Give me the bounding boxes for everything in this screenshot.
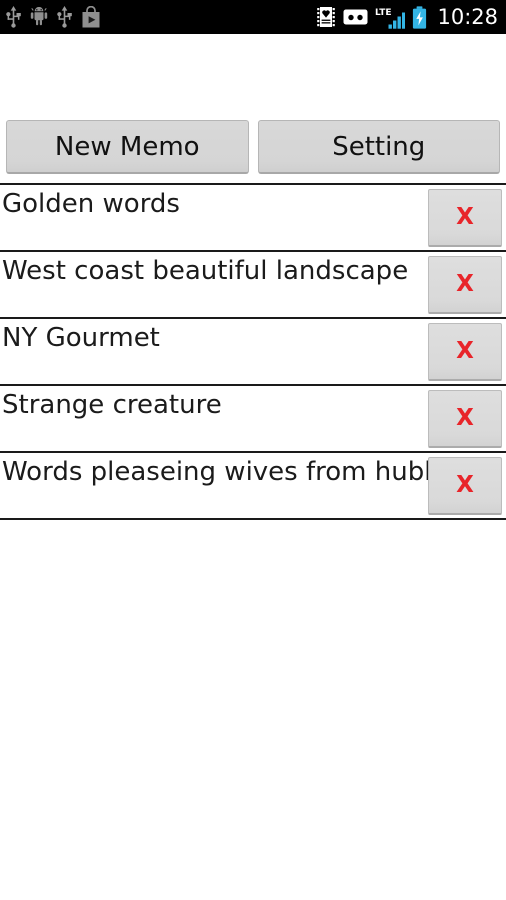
status-bar: LTE 10:28: [0, 0, 506, 34]
android-debug-icon: [30, 6, 48, 27]
list-item[interactable]: Strange creature X: [0, 386, 506, 453]
play-store-icon: [81, 5, 101, 28]
battery-charging-icon: [412, 5, 427, 29]
memo-title: Strange creature: [2, 390, 222, 420]
app-content: New Memo Setting Golden words X West coa…: [0, 34, 506, 900]
delete-memo-button[interactable]: X: [428, 323, 502, 381]
list-item[interactable]: Words pleaseing wives from hubby X: [0, 453, 506, 520]
memo-list: Golden words X West coast beautiful land…: [0, 183, 506, 520]
setting-button[interactable]: Setting: [257, 120, 500, 174]
lte-signal-icon: LTE: [375, 6, 406, 29]
usb-icon: [6, 6, 21, 28]
list-item[interactable]: NY Gourmet X: [0, 319, 506, 386]
new-memo-button[interactable]: New Memo: [6, 120, 249, 174]
list-item[interactable]: West coast beautiful landscape X: [0, 252, 506, 319]
delete-x-icon: X: [456, 204, 474, 230]
memo-title: Golden words: [2, 189, 180, 219]
photo-frame-notification-icon: [316, 6, 336, 28]
cassette-notification-icon: [343, 8, 368, 26]
list-item[interactable]: Golden words X: [0, 185, 506, 252]
delete-memo-button[interactable]: X: [428, 457, 502, 515]
memo-title: West coast beautiful landscape: [2, 256, 409, 286]
toolbar: New Memo Setting: [0, 120, 506, 174]
status-bar-system-icons: LTE 10:28: [316, 5, 498, 30]
delete-memo-button[interactable]: X: [428, 189, 502, 247]
delete-x-icon: X: [456, 405, 474, 431]
delete-memo-button[interactable]: X: [428, 256, 502, 314]
status-bar-notification-icons: [6, 5, 101, 28]
delete-x-icon: X: [456, 271, 474, 297]
usb-icon: [57, 6, 72, 28]
status-bar-clock: 10:28: [437, 4, 498, 29]
delete-x-icon: X: [456, 472, 474, 498]
memo-title: NY Gourmet: [2, 323, 160, 353]
delete-memo-button[interactable]: X: [428, 390, 502, 448]
delete-x-icon: X: [456, 338, 474, 364]
svg-text:LTE: LTE: [375, 8, 392, 18]
memo-title: Words pleaseing wives from hubby: [2, 457, 446, 487]
